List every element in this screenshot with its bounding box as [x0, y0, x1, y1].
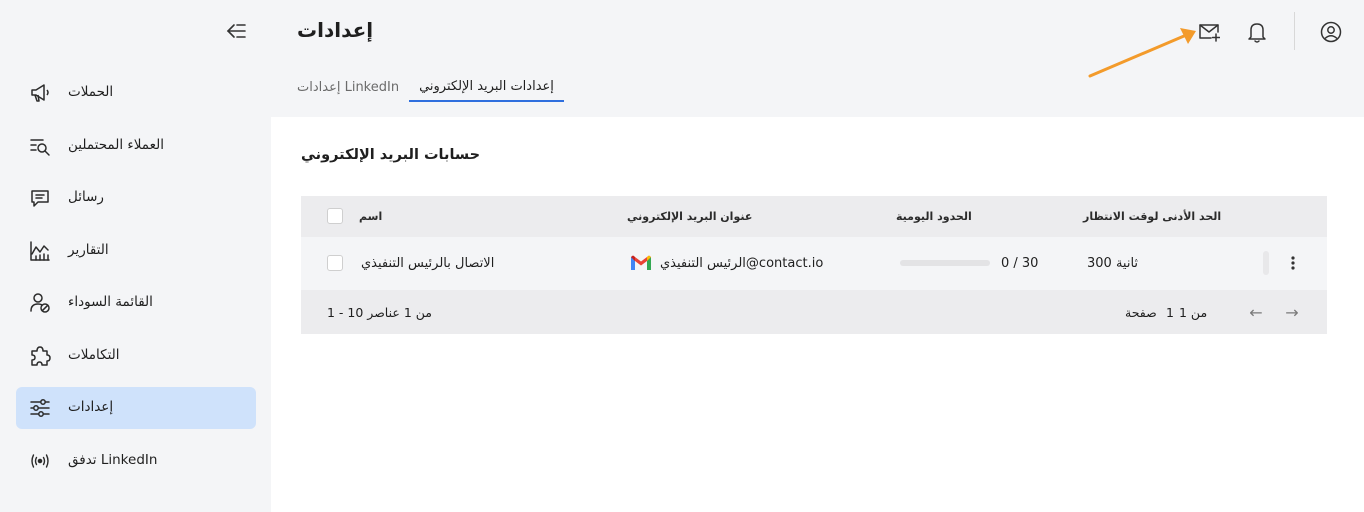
table-row[interactable]: الاتصال بالرئيس التنفيذي الرئيس التنفيذي… — [301, 237, 1327, 290]
header: إعدادات إعدادات LinkedIn إعدادات البريد … — [271, 0, 1364, 117]
column-header-min-wait[interactable]: الحد الأدنى لوقت الانتظار — [1083, 210, 1221, 223]
arrow-right-icon[interactable]: → — [1282, 302, 1302, 322]
select-all-checkbox[interactable] — [327, 208, 343, 224]
column-header-daily-limits[interactable]: الحدود اليومية — [896, 210, 972, 223]
sidebar-item-linkedin-flow[interactable]: تدفق LinkedIn — [16, 440, 256, 482]
daily-limit-progress — [900, 260, 990, 266]
tab-linkedin-settings[interactable]: إعدادات LinkedIn — [297, 72, 409, 102]
sidebar-item-label: رسائل — [68, 189, 104, 205]
pagination-range: 1 - 10 من 1 عناصر — [327, 305, 432, 320]
column-header-name[interactable]: اسم — [359, 210, 382, 223]
sidebar-item-label: التقارير — [68, 241, 109, 258]
annotation-arrow — [1088, 28, 1196, 78]
row-email: الرئيس التنفيذي@contact.io — [660, 256, 824, 271]
sliders-icon — [29, 397, 51, 419]
sidebar-item-label: إعدادات — [68, 399, 114, 415]
sidebar-item-label: التكاملات — [68, 346, 120, 363]
row-name: الاتصال بالرئيس التنفيذي — [361, 256, 495, 271]
arrow-left-icon[interactable]: ← — [1246, 302, 1266, 322]
sidebar: الحملات العملاء المحتملين رسائل التقارير… — [0, 0, 271, 512]
sidebar-item-integrations[interactable]: التكاملات — [16, 335, 256, 377]
sidebar-item-prospects[interactable]: العملاء المحتملين — [16, 125, 256, 167]
sidebar-item-messages[interactable]: رسائل — [16, 177, 256, 219]
pagination-current-page[interactable]: 1 — [1166, 305, 1174, 320]
column-header-email[interactable]: عنوان البريد الإلكتروني — [627, 210, 752, 223]
sidebar-item-blacklist[interactable]: القائمة السوداء — [16, 282, 256, 324]
message-icon — [29, 187, 51, 209]
pagination-page-word: صفحة — [1125, 305, 1157, 320]
broadcast-icon — [29, 450, 51, 472]
header-divider — [1294, 12, 1295, 50]
table-pagination: 1 - 10 من 1 عناصر صفحة 1 من 1 ← → — [301, 290, 1327, 334]
user-block-icon — [29, 292, 51, 314]
gmail-icon — [631, 255, 651, 270]
row-min-wait: ثانية 300 — [1087, 256, 1139, 271]
sidebar-item-label: الحملات — [68, 84, 114, 100]
puzzle-icon — [29, 345, 51, 367]
sidebar-item-label: القائمة السوداء — [68, 294, 153, 310]
page-title: إعدادات — [297, 18, 374, 42]
user-profile-icon[interactable] — [1319, 20, 1343, 44]
row-daily-limit: 0 / 30 — [1001, 256, 1039, 271]
sidebar-nav: الحملات العملاء المحتملين رسائل التقارير… — [16, 72, 256, 492]
megaphone-icon — [29, 82, 51, 104]
row-checkbox[interactable] — [327, 255, 343, 271]
section-title: حسابات البريد الإلكتروني — [301, 147, 481, 163]
bell-icon[interactable] — [1245, 20, 1269, 44]
row-handle — [1263, 251, 1269, 275]
table-header: اسم عنوان البريد الإلكتروني الحدود اليوم… — [301, 196, 1327, 237]
settings-tabs: إعدادات LinkedIn إعدادات البريد الإلكترو… — [297, 72, 564, 102]
add-mail-icon[interactable] — [1197, 20, 1221, 44]
sidebar-item-settings[interactable]: إعدادات — [16, 387, 256, 429]
email-accounts-table: اسم عنوان البريد الإلكتروني الحدود اليوم… — [301, 196, 1327, 334]
sidebar-item-reports[interactable]: التقارير — [16, 230, 256, 272]
sidebar-item-label: تدفق LinkedIn — [68, 451, 158, 468]
tab-email-settings[interactable]: إعدادات البريد الإلكتروني — [409, 72, 564, 102]
pagination-total: من 1 — [1179, 305, 1208, 320]
chart-icon — [29, 240, 51, 262]
more-options-icon[interactable] — [1283, 253, 1303, 273]
prospects-search-icon — [29, 135, 51, 157]
sidebar-item-label: العملاء المحتملين — [68, 136, 164, 153]
collapse-sidebar-icon[interactable] — [224, 20, 248, 42]
sidebar-item-campaigns[interactable]: الحملات — [16, 72, 256, 114]
